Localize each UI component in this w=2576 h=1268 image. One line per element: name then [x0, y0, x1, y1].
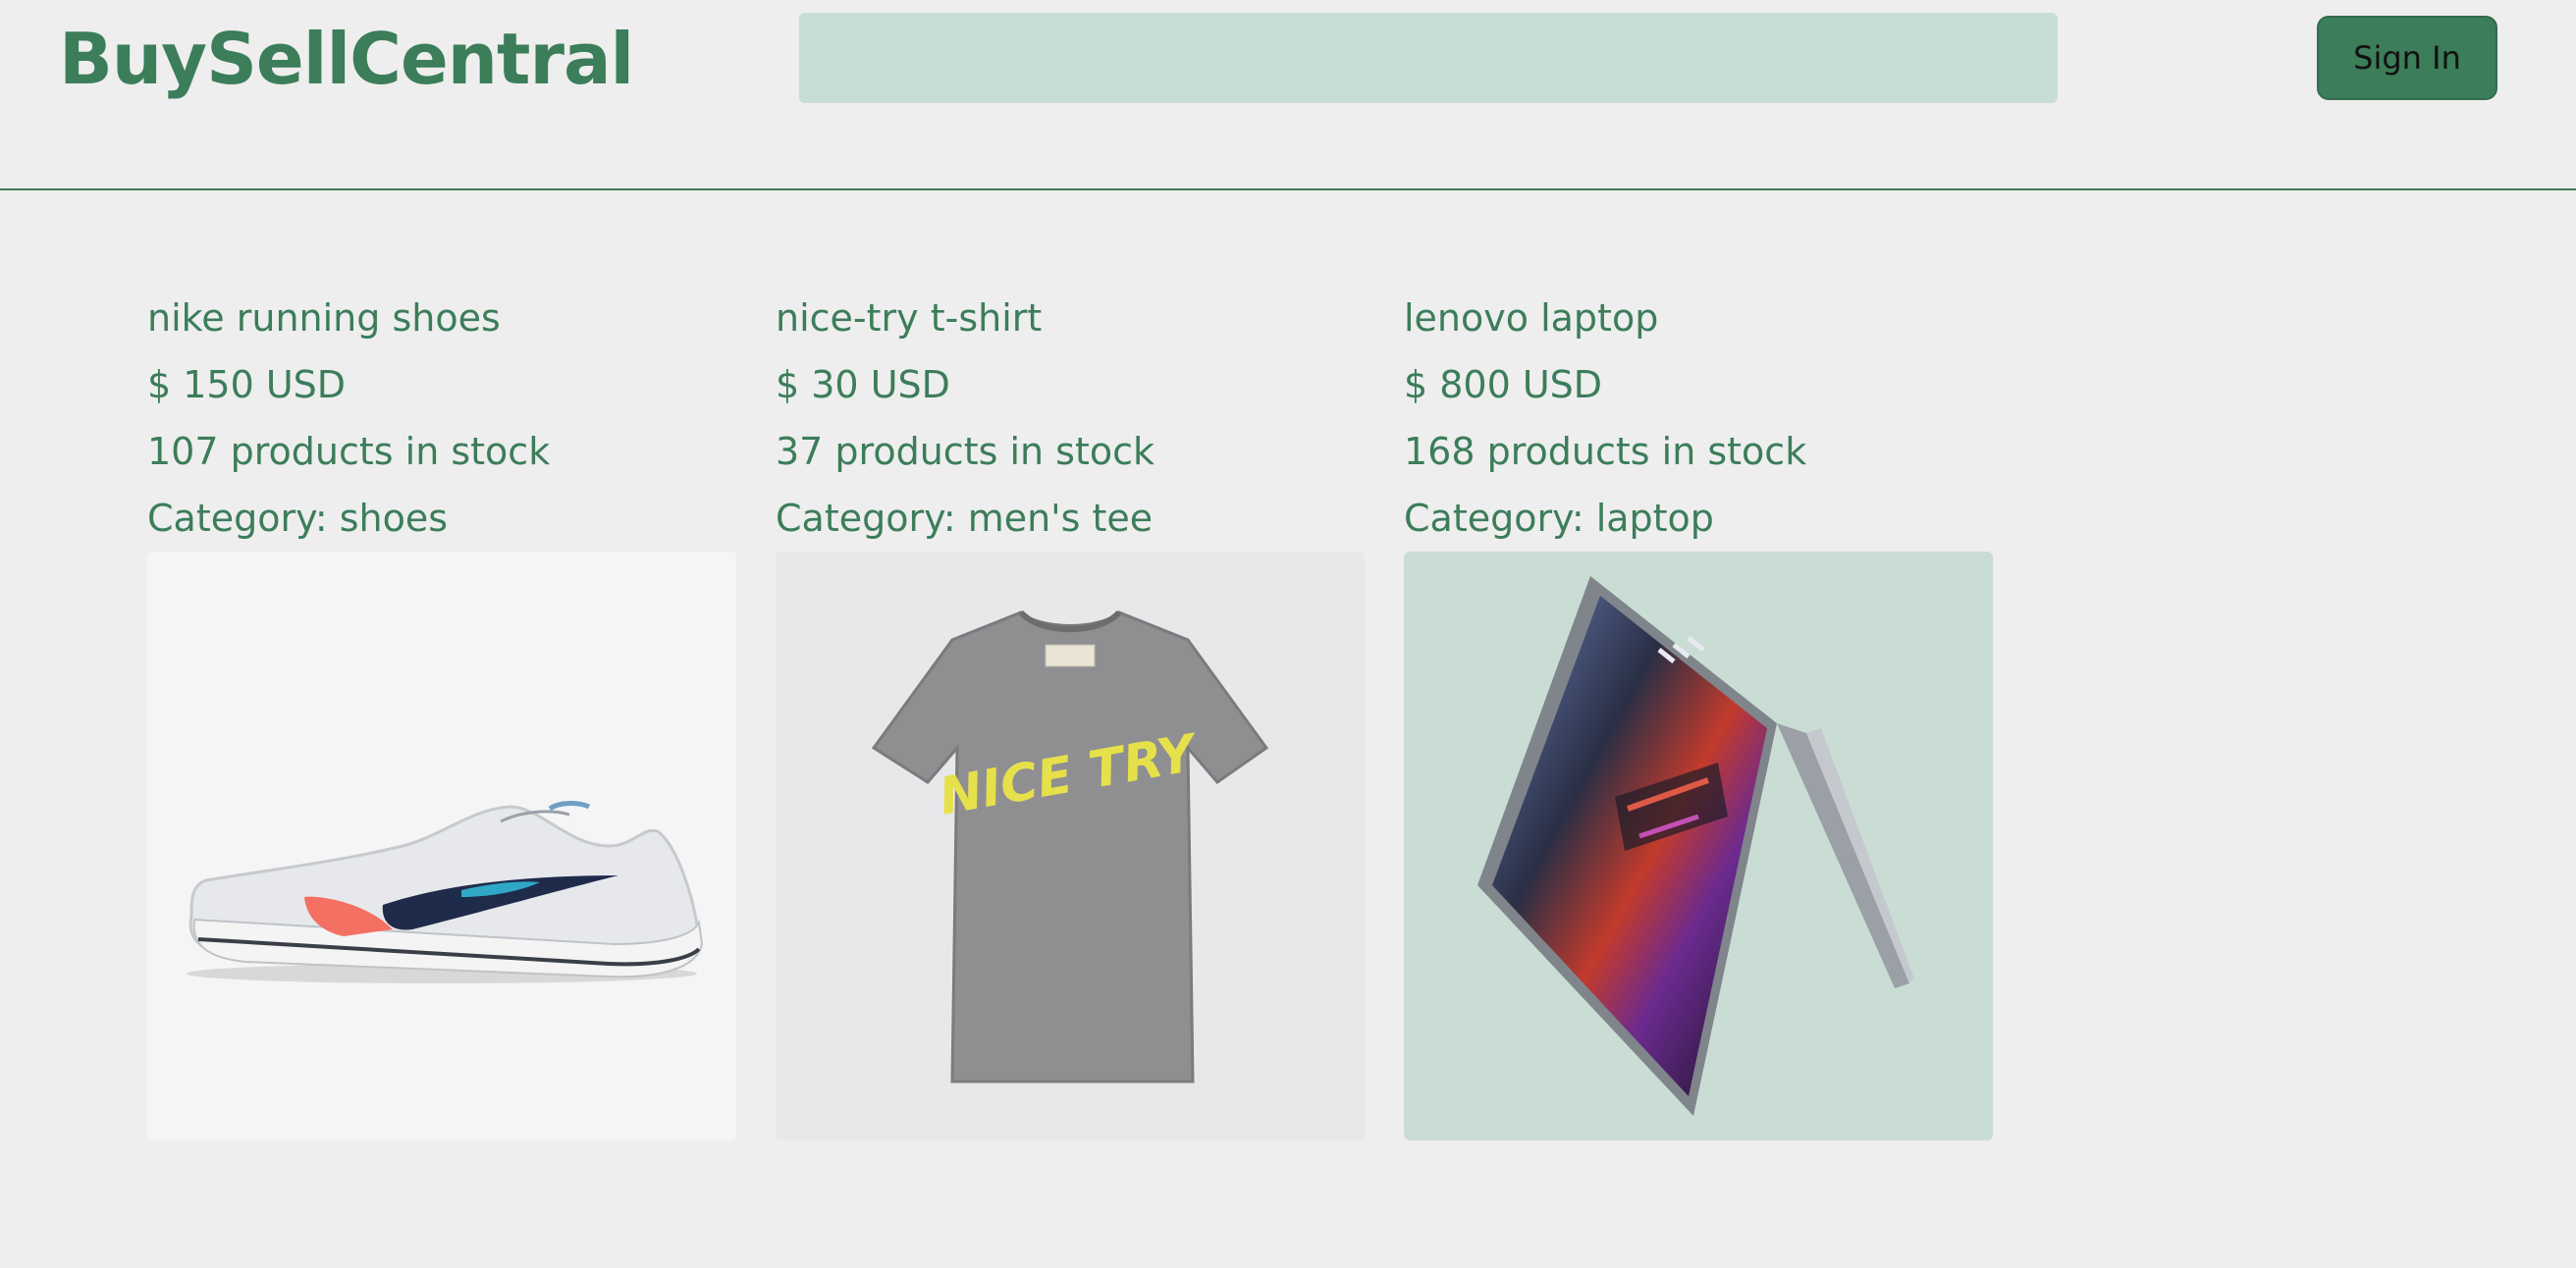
- product-name[interactable]: nike running shoes: [147, 285, 736, 351]
- product-price: $ 150 USD: [147, 363, 347, 406]
- product-stock: 168 products in stock: [1404, 430, 1807, 473]
- product-category: Category: laptop: [1404, 497, 1714, 540]
- product-price: $ 30 USD: [776, 363, 950, 406]
- product-image[interactable]: [1404, 552, 1993, 1140]
- product-price: $ 800 USD: [1404, 363, 1603, 406]
- search-input[interactable]: [799, 13, 2058, 103]
- product-card[interactable]: nice-try t-shirt $ 30 USD 37 products in…: [776, 285, 1365, 1140]
- product-category: Category: shoes: [147, 497, 449, 540]
- laptop-icon: [1477, 576, 1914, 1116]
- product-card[interactable]: lenovo laptop $ 800 USD 168 products in …: [1404, 285, 1993, 1140]
- product-stock: 107 products in stock: [147, 430, 551, 473]
- t-shirt-icon: NICE TRY: [871, 609, 1269, 1083]
- product-name[interactable]: lenovo laptop: [1404, 285, 1993, 351]
- site-header: BuySellCentral Sign In: [0, 0, 2576, 190]
- site-logo[interactable]: BuySellCentral: [59, 18, 634, 100]
- product-stock: 37 products in stock: [776, 430, 1155, 473]
- product-image[interactable]: [147, 552, 736, 1140]
- product-category: Category: men's tee: [776, 497, 1154, 540]
- product-card[interactable]: nike running shoes $ 150 USD 107 product…: [147, 285, 736, 1140]
- product-image[interactable]: NICE TRY: [776, 552, 1365, 1140]
- product-list: nike running shoes $ 150 USD 107 product…: [147, 285, 2503, 1140]
- product-name[interactable]: nice-try t-shirt: [776, 285, 1365, 351]
- sign-in-button[interactable]: Sign In: [2317, 16, 2497, 100]
- running-shoe-icon: [187, 801, 704, 983]
